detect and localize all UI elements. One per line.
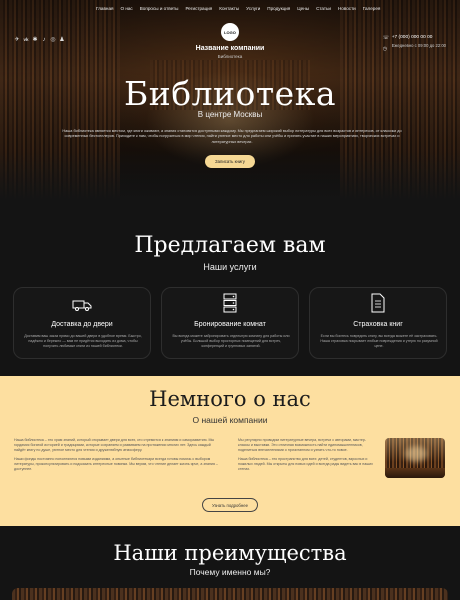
learn-more-button[interactable]: Узнать подробнее — [202, 498, 258, 512]
book-reserve-button[interactable]: Записать книгу — [205, 155, 255, 168]
about-text-right: Мы регулярно проводим литературные вечер… — [238, 438, 376, 476]
about-title: Немного о нас — [149, 387, 311, 411]
about-paragraph: Наша библиотека – это храм знаний, котор… — [14, 438, 215, 452]
service-title: Доставка до двери — [51, 321, 113, 328]
nav-item-register[interactable]: Регистрация — [185, 6, 212, 11]
service-text: Вы всегда можете забронировать отдельную… — [172, 334, 290, 348]
nav-item-contacts[interactable]: Контакты — [219, 6, 239, 11]
about-paragraph: Наши фонды постоянно пополняются новыми … — [14, 457, 218, 471]
hero-description: Наша библиотека является местом, где кни… — [62, 129, 402, 144]
top-navigation: Главная О нас Вопросы и ответы Регистрац… — [96, 6, 387, 11]
twitter-icon[interactable]: ♪ — [41, 37, 47, 43]
document-icon — [310, 293, 446, 313]
whatsapp-icon[interactable]: ◎ — [50, 37, 56, 43]
phone-number[interactable]: +7 (000) 000 00 00 — [392, 35, 446, 40]
odnoklassniki-icon[interactable]: ✱ — [32, 37, 38, 43]
social-links: ✈ vk ✱ ♪ ◎ ♟ — [14, 37, 65, 43]
photo-floor — [385, 468, 445, 478]
snapchat-icon[interactable]: ♟ — [59, 37, 65, 43]
service-title: Страховка книг — [353, 321, 403, 328]
vk-icon[interactable]: vk — [23, 37, 29, 43]
nav-item-about[interactable]: О нас — [120, 6, 132, 11]
service-card-booking[interactable]: Бронирование комнат Вы всегда можете заб… — [161, 287, 299, 359]
about-text-left: Наша библиотека – это храм знаний, котор… — [14, 438, 219, 476]
services-subtitle: Наши услуги — [203, 262, 257, 272]
clock-icon: ◷ — [382, 46, 388, 52]
about-paragraph: Наша библиотека – это пространство для в… — [238, 457, 373, 471]
chandelier-light — [405, 446, 427, 462]
nav-item-home[interactable]: Главная — [96, 6, 113, 11]
library-photo — [385, 438, 445, 478]
server-rack-icon — [162, 293, 298, 313]
contact-block: ☏ +7 (000) 000 00 00 ◷ Ежедневно с 09:00… — [383, 35, 446, 52]
nav-item-prices[interactable]: Цены — [297, 6, 309, 11]
services-title: Предлагаем вам — [134, 233, 326, 258]
advantages-title: Наши преимущества — [113, 541, 347, 565]
nav-item-services[interactable]: Услуги — [246, 6, 260, 11]
advantages-subtitle: Почему именно мы? — [189, 567, 271, 577]
nav-item-products[interactable]: Продукция — [267, 6, 290, 11]
company-type: Библиотека — [217, 54, 243, 59]
hero-section: Главная О нас Вопросы и ответы Регистрац… — [0, 0, 460, 200]
working-hours: Ежедневно с 09:00 до 22:00 — [391, 43, 446, 48]
telegram-icon[interactable]: ✈ — [14, 37, 20, 43]
service-title: Бронирование комнат — [194, 321, 266, 328]
truck-icon — [14, 297, 150, 313]
nav-item-articles[interactable]: Статьи — [316, 6, 331, 11]
service-card-insurance[interactable]: Страховка книг Если вы боитесь повредить… — [309, 287, 447, 359]
service-text: Если вы боитесь повредить книгу, вы всег… — [320, 334, 438, 348]
nav-item-gallery[interactable]: Галерея — [363, 6, 381, 11]
service-card-delivery[interactable]: Доставка до двери Доставим ваш заказ пря… — [13, 287, 151, 359]
about-paragraph: Мы регулярно проводим литературные вечер… — [238, 438, 367, 452]
company-logo[interactable]: LOGO — [221, 23, 239, 41]
hero-title: Библиотека — [123, 74, 337, 113]
nav-item-faq[interactable]: Вопросы и ответы — [140, 6, 179, 11]
about-section: Немного о нас О нашей компании Наша библ… — [0, 376, 460, 526]
phone-icon: ☏ — [382, 35, 389, 41]
hero-subtitle: В центре Москвы — [197, 110, 263, 119]
service-text: Доставим ваш заказ прямо до вашей двери … — [24, 334, 142, 348]
advantages-banner-image — [12, 588, 448, 600]
nav-item-news[interactable]: Новости — [338, 6, 356, 11]
about-subtitle: О нашей компании — [192, 415, 268, 425]
